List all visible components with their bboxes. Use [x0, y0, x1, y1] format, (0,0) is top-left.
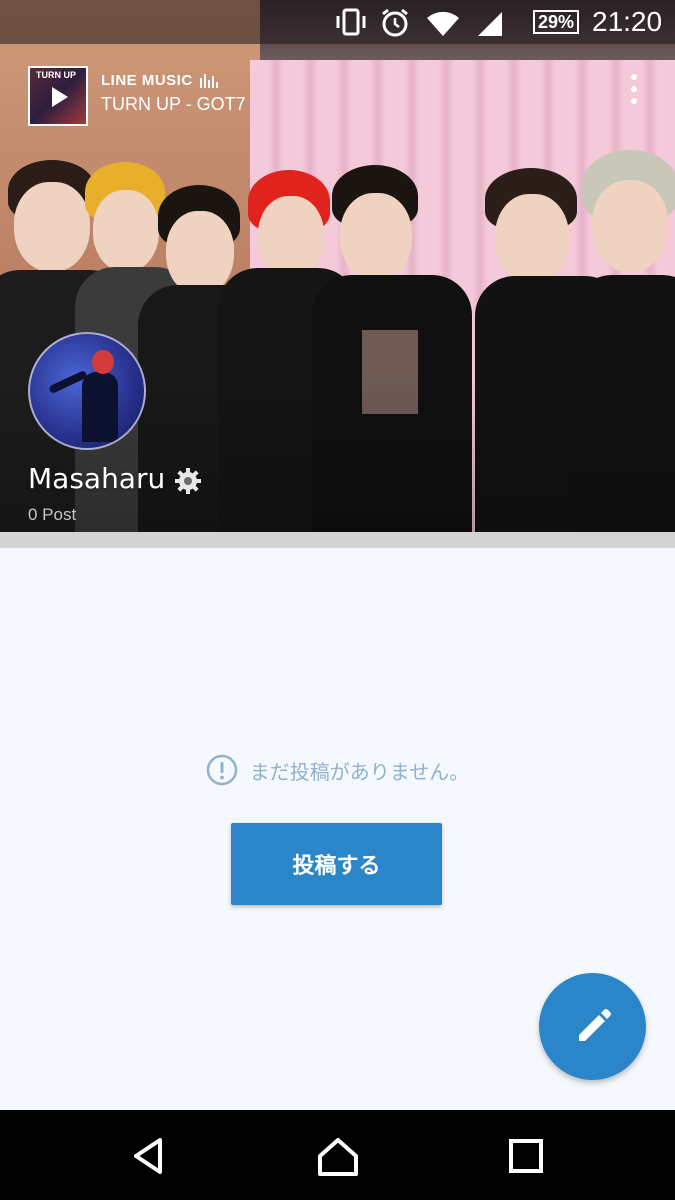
post-count: 0 Post: [28, 505, 77, 524]
exclamation-icon: [206, 754, 238, 786]
home-icon[interactable]: [314, 1132, 362, 1180]
alarm-icon: [382, 8, 408, 37]
more-dot: [631, 74, 637, 80]
post-button[interactable]: 投稿する: [231, 823, 442, 905]
compose-button[interactable]: [539, 973, 646, 1080]
pencil-icon: [578, 1008, 611, 1041]
cover-divider: [0, 532, 675, 548]
vibrate-icon: [336, 8, 366, 36]
signal-icon: [478, 12, 502, 36]
recents-icon[interactable]: [502, 1132, 550, 1180]
play-icon[interactable]: [52, 87, 68, 107]
album-art[interactable]: TURN UP: [28, 66, 88, 126]
empty-message: まだ投稿がありません。: [249, 759, 470, 784]
avatar-figure-body: [82, 372, 118, 442]
empty-state: まだ投稿がありません。: [0, 752, 675, 788]
more-options-button[interactable]: [620, 70, 650, 110]
navigation-bar: [0, 1110, 675, 1200]
more-dot: [631, 98, 637, 104]
battery-level: 29%: [533, 10, 580, 34]
gear-icon[interactable]: [173, 466, 203, 496]
profile-name: Masaharu: [28, 462, 166, 495]
more-dot: [631, 86, 637, 92]
music-service-label: LINE MUSIC: [101, 72, 193, 89]
avatar[interactable]: [28, 332, 146, 450]
equalizer-icon: [200, 74, 218, 88]
back-icon[interactable]: [126, 1132, 174, 1180]
status-bar: 29% 21:20: [0, 0, 675, 44]
track-title: TURN UP - GOT7: [101, 94, 246, 114]
clock: 21:20: [592, 6, 663, 37]
album-art-text: TURN UP: [36, 70, 76, 80]
avatar-figure-head: [92, 350, 114, 374]
music-widget[interactable]: TURN UP LINE MUSIC TURN UP - GOT7: [28, 66, 328, 128]
wifi-icon: [427, 11, 459, 36]
